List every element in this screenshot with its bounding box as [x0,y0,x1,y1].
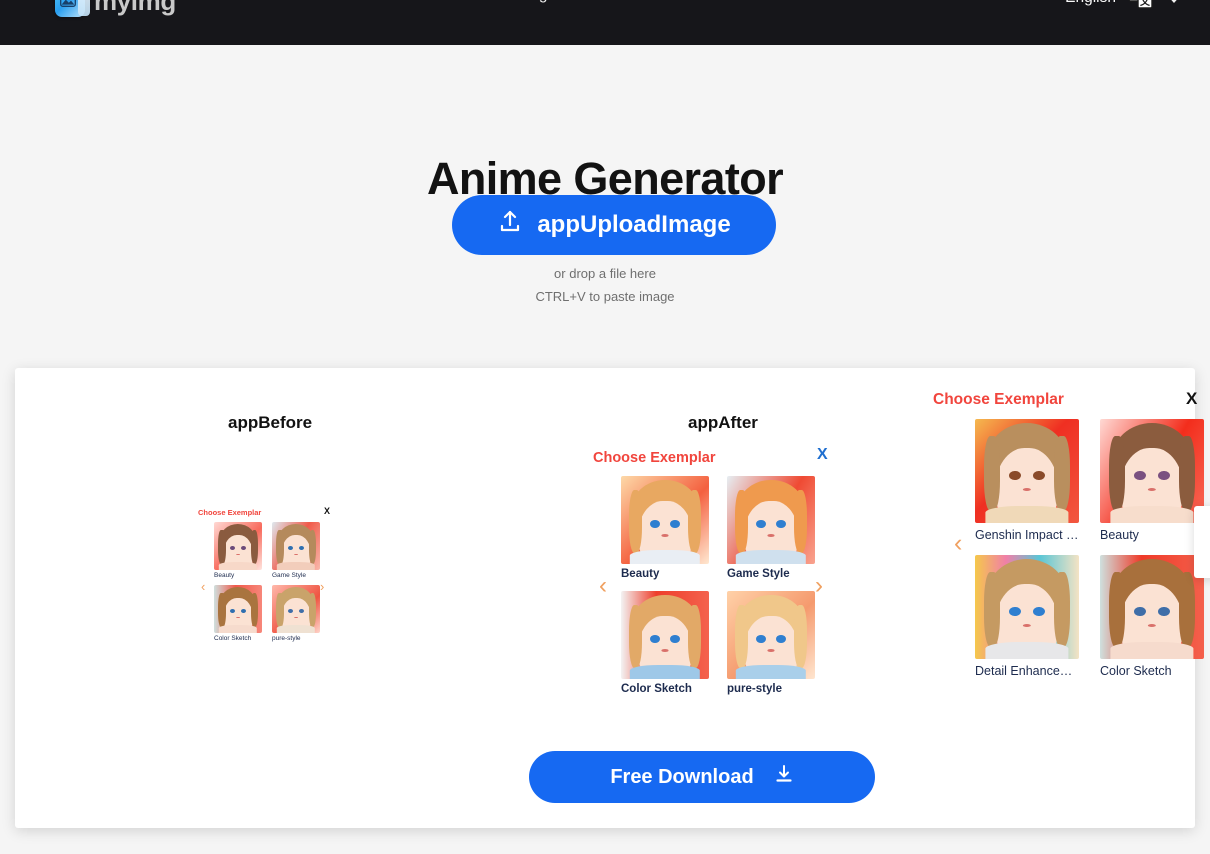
nav-item-product[interactable]: Product [303,0,367,4]
picker-heading: Choose Exemplar [593,450,716,466]
exemplar-item[interactable]: Color Sketch [1100,555,1204,678]
exemplar-label: Color Sketch [214,635,252,642]
download-button-label: Free Download [610,765,754,788]
site-header: myimg Product Solution Blogs English A 文 [0,0,1210,45]
exemplar-grid: Beauty Game Style Color Sketch pure-styl… [214,522,320,642]
upload-button-label: appUploadImage [537,211,731,238]
next-arrow-icon[interactable]: › [320,580,324,593]
exemplar-picker-right: Choose Exemplar X Genshin Impact (… Beau… [928,390,1210,691]
exemplar-label: Detail Enhancem… [975,664,1079,678]
exemplar-thumbnail [272,522,320,570]
logo[interactable]: myimg [55,0,176,17]
language-label[interactable]: English [1065,0,1116,7]
exemplar-thumbnail [1100,419,1204,523]
exemplar-thumbnail [621,476,709,564]
exemplar-label: pure-style [727,683,782,695]
nav-item-blogs[interactable]: Blogs [516,0,555,4]
drop-hint: or drop a file here [554,266,656,281]
caret-down-icon[interactable] [1166,0,1182,3]
exemplar-item[interactable]: Genshin Impact (… [975,419,1079,542]
exemplar-label: Beauty [1100,528,1139,542]
exemplar-item[interactable]: Color Sketch [621,591,709,695]
header-right-controls: English A 文 [1065,0,1182,10]
exemplar-item[interactable]: Beauty [214,522,262,579]
exemplar-thumbnail [621,591,709,679]
exemplar-thumbnail [727,591,815,679]
exemplar-picker-before: Choose Exemplar X Beauty Game Style Colo… [198,507,338,653]
prev-arrow-icon[interactable]: ‹ [599,574,607,598]
result-card: appBefore appAfter Choose Exemplar X Bea… [15,368,1210,828]
exemplar-label: Color Sketch [1100,664,1172,678]
exemplar-label: Beauty [214,572,235,579]
exemplar-grid: Genshin Impact (… Beauty Detail Enhancem… [975,419,1204,678]
before-column-title: appBefore [228,413,313,432]
exemplar-item[interactable]: Color Sketch [214,585,262,642]
exemplar-item[interactable]: Game Style [727,476,815,580]
exemplar-item[interactable]: Beauty [1100,419,1204,542]
exemplar-label: Color Sketch [621,683,692,695]
exemplar-item[interactable]: Beauty [621,476,709,580]
nav-item-solution[interactable]: Solution [408,0,475,4]
exemplar-item[interactable]: Detail Enhancem… [975,555,1079,678]
picker-heading: Choose Exemplar [933,391,1064,408]
exemplar-thumbnail [975,555,1079,659]
exemplar-label: Game Style [727,568,790,580]
main-nav: Product Solution Blogs [303,0,555,4]
exemplar-label: Genshin Impact (… [975,528,1079,542]
exemplar-thumbnail [727,476,815,564]
upload-image-button[interactable]: appUploadImage [452,195,776,255]
exemplar-item[interactable]: Game Style [272,522,320,579]
exemplar-thumbnail [214,522,262,570]
hero-section: Anime Generator appUploadImage or drop a… [0,45,1210,365]
image-logo-icon [55,0,90,17]
exemplar-grid: Beauty Game Style Color Sketch pure-styl… [621,476,815,695]
translate-icon[interactable]: A 文 [1128,0,1154,10]
paste-hint: CTRL+V to paste image [535,289,675,304]
exemplar-thumbnail [1100,555,1204,659]
nav-item-label: Solution [408,0,464,4]
download-icon [774,764,794,790]
after-column-title: appAfter [688,413,758,432]
prev-arrow-icon[interactable]: ‹ [201,580,205,593]
free-download-button[interactable]: Free Download [529,751,875,803]
exemplar-picker-after: Choose Exemplar X Beauty Game Style Colo… [593,447,845,700]
prev-arrow-icon[interactable]: ‹ [954,531,962,556]
exemplar-thumbnail [214,585,262,633]
next-arrow-icon[interactable]: › [815,574,823,598]
close-icon[interactable]: X [817,447,828,463]
picker-heading: Choose Exemplar [198,508,262,517]
exemplar-thumbnail [975,419,1079,523]
overflow-side-card [1194,506,1210,578]
upload-icon [497,209,523,242]
exemplar-label: Beauty [621,568,660,580]
logo-text: myimg [94,0,176,16]
svg-text:文: 文 [1140,0,1151,8]
nav-item-label: Blogs [516,0,555,4]
exemplar-label: Game Style [272,572,306,579]
close-icon[interactable]: X [1186,390,1197,407]
nav-item-label: Product [303,0,356,4]
exemplar-item[interactable]: pure-style [727,591,815,695]
exemplar-thumbnail [272,585,320,633]
close-icon[interactable]: X [324,507,330,516]
exemplar-item[interactable]: pure-style [272,585,320,642]
exemplar-label: pure-style [272,635,301,642]
